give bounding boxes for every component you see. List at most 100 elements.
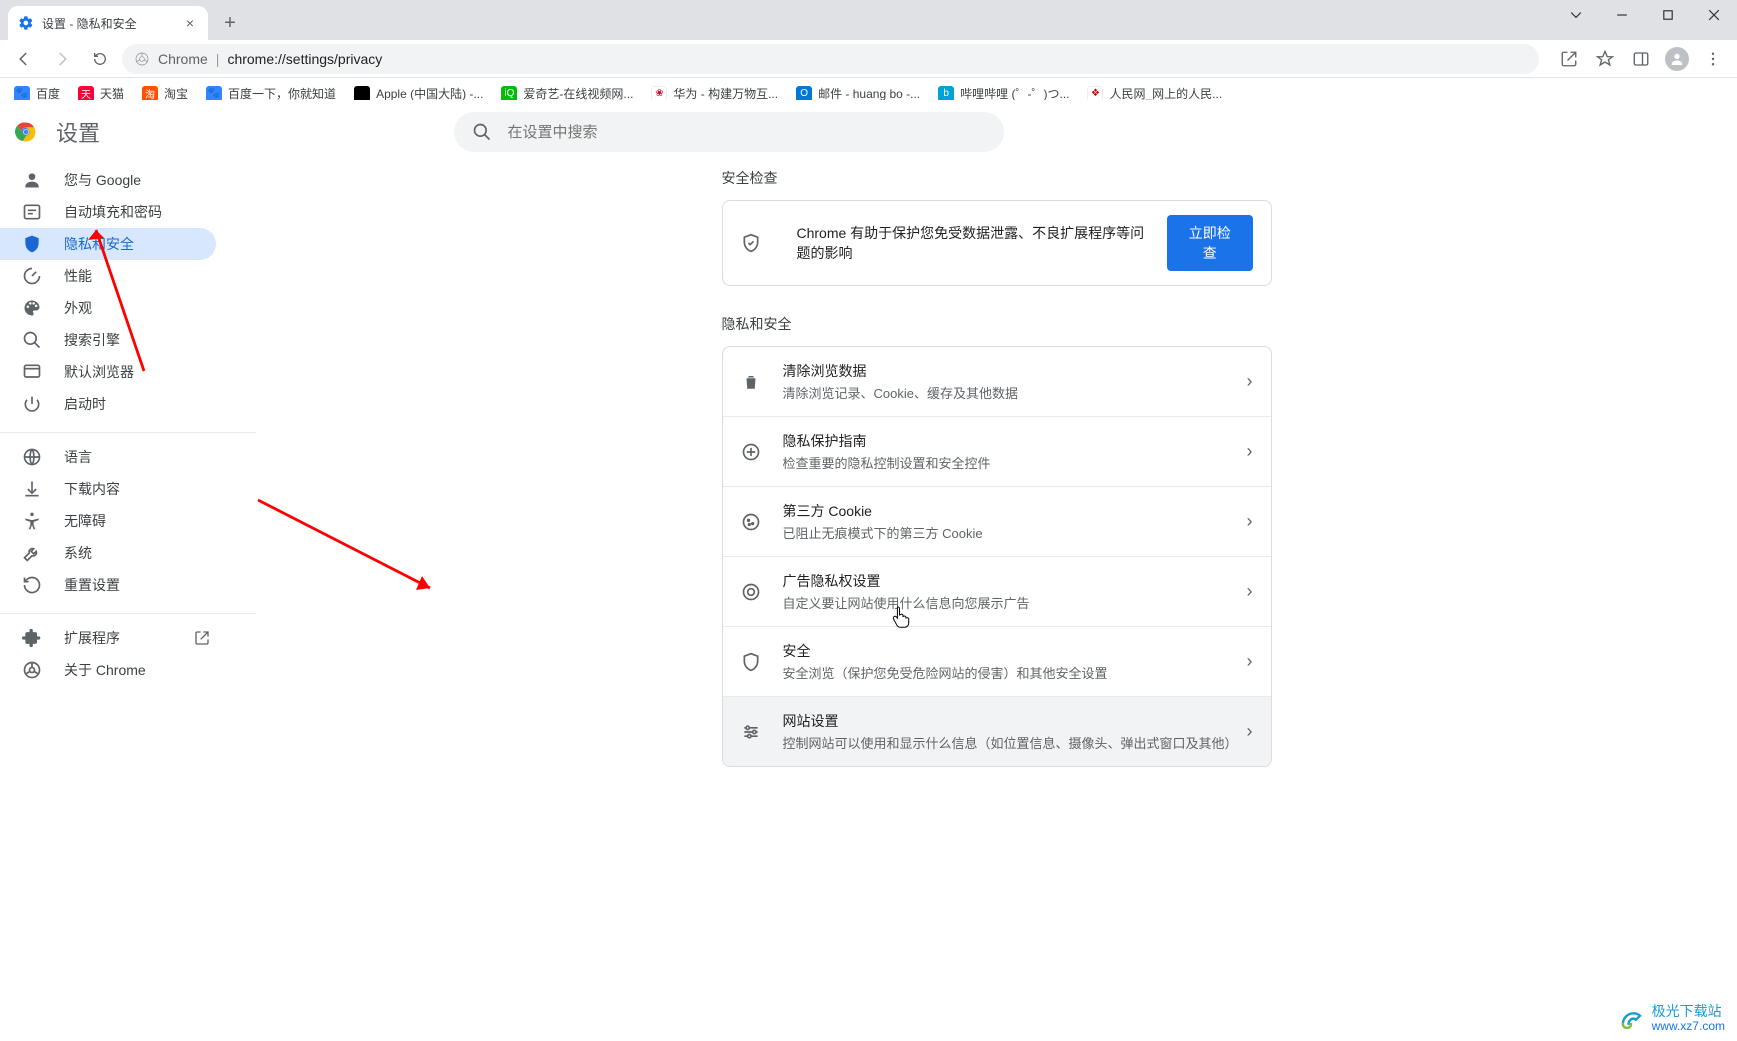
sidebar-item-label: 系统 xyxy=(64,543,92,563)
external-link-icon xyxy=(194,630,210,646)
new-tab-button[interactable]: + xyxy=(216,9,244,37)
sidebar-item-default-browser[interactable]: 默认浏览器 xyxy=(0,356,216,388)
sidebar-item-downloads[interactable]: 下载内容 xyxy=(0,473,216,505)
browser-tab-active[interactable]: 设置 - 隐私和安全 × xyxy=(8,6,208,40)
address-bar[interactable]: Chrome | chrome://settings/privacy xyxy=(122,44,1539,74)
security-row[interactable]: 安全安全浏览（保护您免受危险网站的侵害）和其他安全设置 › xyxy=(723,626,1271,696)
globe-icon xyxy=(22,447,42,467)
site-settings-row[interactable]: 网站设置控制网站可以使用和显示什么信息（如位置信息、摄像头、弹出式窗口及其他） … xyxy=(723,696,1271,766)
sidebar-item-label: 扩展程序 xyxy=(64,628,120,648)
settings-page: 您与 Google 自动填充和密码 隐私和安全 性能 外观 搜索引擎 默认浏览器… xyxy=(0,110,1737,1041)
window-maximize-button[interactable] xyxy=(1645,0,1691,30)
safety-check-text: Chrome 有助于保护您免受数据泄露、不良扩展程序等问题的影响 xyxy=(797,223,1154,263)
sidebar-item-privacy-security[interactable]: 隐私和安全 xyxy=(0,228,216,260)
shield-icon xyxy=(741,652,761,672)
privacy-security-heading: 隐私和安全 xyxy=(722,314,1272,334)
sidebar-item-label: 性能 xyxy=(64,266,92,286)
shield-icon xyxy=(22,234,42,254)
sidebar-item-accessibility[interactable]: 无障碍 xyxy=(0,505,216,537)
privacy-security-card: 清除浏览数据清除浏览记录、Cookie、缓存及其他数据 › 隐私保护指南检查重要… xyxy=(722,346,1272,767)
settings-header: 设置 xyxy=(0,100,1737,164)
privacy-guide-row[interactable]: 隐私保护指南检查重要的隐私控制设置和安全控件 › xyxy=(723,416,1271,486)
sidebar-item-label: 语言 xyxy=(64,447,92,467)
download-icon xyxy=(22,479,42,499)
sidebar-item-system[interactable]: 系统 xyxy=(0,537,216,569)
row-subtitle: 自定义要让网站使用什么信息向您展示广告 xyxy=(783,593,1247,612)
chevron-right-icon: › xyxy=(1247,651,1253,672)
autofill-icon xyxy=(22,202,42,222)
ad-privacy-row[interactable]: 广告隐私权设置自定义要让网站使用什么信息向您展示广告 › xyxy=(723,556,1271,626)
row-title: 安全 xyxy=(783,641,1247,661)
watermark: 极光下载站 www.xz7.com xyxy=(1618,1004,1725,1033)
window-close-button[interactable] xyxy=(1691,0,1737,30)
back-button[interactable] xyxy=(8,43,40,75)
row-subtitle: 控制网站可以使用和显示什么信息（如位置信息、摄像头、弹出式窗口及其他） xyxy=(783,733,1247,752)
sidebar-item-search-engine[interactable]: 搜索引擎 xyxy=(0,324,216,356)
sidebar-item-performance[interactable]: 性能 xyxy=(0,260,216,292)
person-icon xyxy=(22,170,42,190)
window-minimize-button[interactable] xyxy=(1599,0,1645,30)
row-title: 隐私保护指南 xyxy=(783,431,1247,451)
sidebar-item-reset-settings[interactable]: 重置设置 xyxy=(0,569,216,601)
sidebar-item-about-chrome[interactable]: 关于 Chrome xyxy=(0,654,216,686)
watermark-url: www.xz7.com xyxy=(1652,1020,1725,1033)
sidebar-item-appearance[interactable]: 外观 xyxy=(0,292,216,324)
sidebar-item-label: 关于 Chrome xyxy=(64,660,146,680)
row-title: 网站设置 xyxy=(783,711,1247,731)
hide-tabs-button[interactable] xyxy=(1553,0,1599,30)
safety-check-heading: 安全检查 xyxy=(722,168,1272,188)
sidebar-item-extensions[interactable]: 扩展程序 xyxy=(0,622,216,654)
row-subtitle: 清除浏览记录、Cookie、缓存及其他数据 xyxy=(783,383,1247,402)
row-subtitle: 已阻止无痕模式下的第三方 Cookie xyxy=(783,523,1247,542)
sidebar-item-label: 重置设置 xyxy=(64,575,120,595)
chevron-right-icon: › xyxy=(1247,581,1253,602)
sidebar-item-label: 启动时 xyxy=(64,394,106,414)
row-subtitle: 检查重要的隐私控制设置和安全控件 xyxy=(783,453,1247,472)
sidebar-item-on-startup[interactable]: 启动时 xyxy=(0,388,216,420)
reload-button[interactable] xyxy=(84,43,116,75)
forward-button[interactable] xyxy=(46,43,78,75)
search-icon xyxy=(472,122,492,142)
chrome-small-icon xyxy=(22,660,42,680)
sidebar-item-language[interactable]: 语言 xyxy=(0,441,216,473)
sidebar-item-label: 外观 xyxy=(64,298,92,318)
accessibility-icon xyxy=(22,511,42,531)
watermark-name: 极光下载站 xyxy=(1652,1004,1725,1019)
sidebar-item-label: 默认浏览器 xyxy=(64,362,134,382)
settings-sidebar: 您与 Google 自动填充和密码 隐私和安全 性能 外观 搜索引擎 默认浏览器… xyxy=(0,110,256,1041)
browser-toolbar: Chrome | chrome://settings/privacy xyxy=(0,40,1737,78)
safety-check-card: Chrome 有助于保护您免受数据泄露、不良扩展程序等问题的影响 立即检查 xyxy=(722,200,1272,286)
extension-icon xyxy=(22,628,42,648)
bookmark-star-icon[interactable] xyxy=(1589,43,1621,75)
trash-icon xyxy=(741,372,761,392)
sidebar-item-label: 搜索引擎 xyxy=(64,330,120,350)
row-subtitle: 安全浏览（保护您免受危险网站的侵害）和其他安全设置 xyxy=(783,663,1247,682)
clear-browsing-data-row[interactable]: 清除浏览数据清除浏览记录、Cookie、缓存及其他数据 › xyxy=(723,347,1271,416)
watermark-logo-icon xyxy=(1618,1006,1644,1032)
row-title: 第三方 Cookie xyxy=(783,501,1247,521)
kebab-menu-icon[interactable] xyxy=(1697,43,1729,75)
address-app-label: Chrome xyxy=(158,51,208,67)
run-safety-check-button[interactable]: 立即检查 xyxy=(1167,215,1252,271)
sidebar-item-label: 下载内容 xyxy=(64,479,120,499)
wrench-icon xyxy=(22,543,42,563)
third-party-cookie-row[interactable]: 第三方 Cookie已阻止无痕模式下的第三方 Cookie › xyxy=(723,486,1271,556)
profile-avatar[interactable] xyxy=(1661,43,1693,75)
chevron-right-icon: › xyxy=(1247,371,1253,392)
settings-search-input[interactable] xyxy=(506,123,986,142)
page-title: 设置 xyxy=(56,116,100,148)
address-url: chrome://settings/privacy xyxy=(227,51,382,67)
settings-search[interactable] xyxy=(454,112,1004,152)
settings-main: 安全检查 Chrome 有助于保护您免受数据泄露、不良扩展程序等问题的影响 立即… xyxy=(256,110,1737,1041)
chrome-icon xyxy=(134,51,150,67)
share-icon[interactable] xyxy=(1553,43,1585,75)
chevron-right-icon: › xyxy=(1247,721,1253,742)
pointer-cursor-icon xyxy=(892,606,910,628)
browser-icon xyxy=(22,362,42,382)
speedometer-icon xyxy=(22,266,42,286)
sidebar-item-you-and-google[interactable]: 您与 Google xyxy=(0,164,216,196)
sidebar-item-autofill[interactable]: 自动填充和密码 xyxy=(0,196,216,228)
side-panel-icon[interactable] xyxy=(1625,43,1657,75)
tab-close-icon[interactable]: × xyxy=(182,15,198,31)
reset-icon xyxy=(22,575,42,595)
